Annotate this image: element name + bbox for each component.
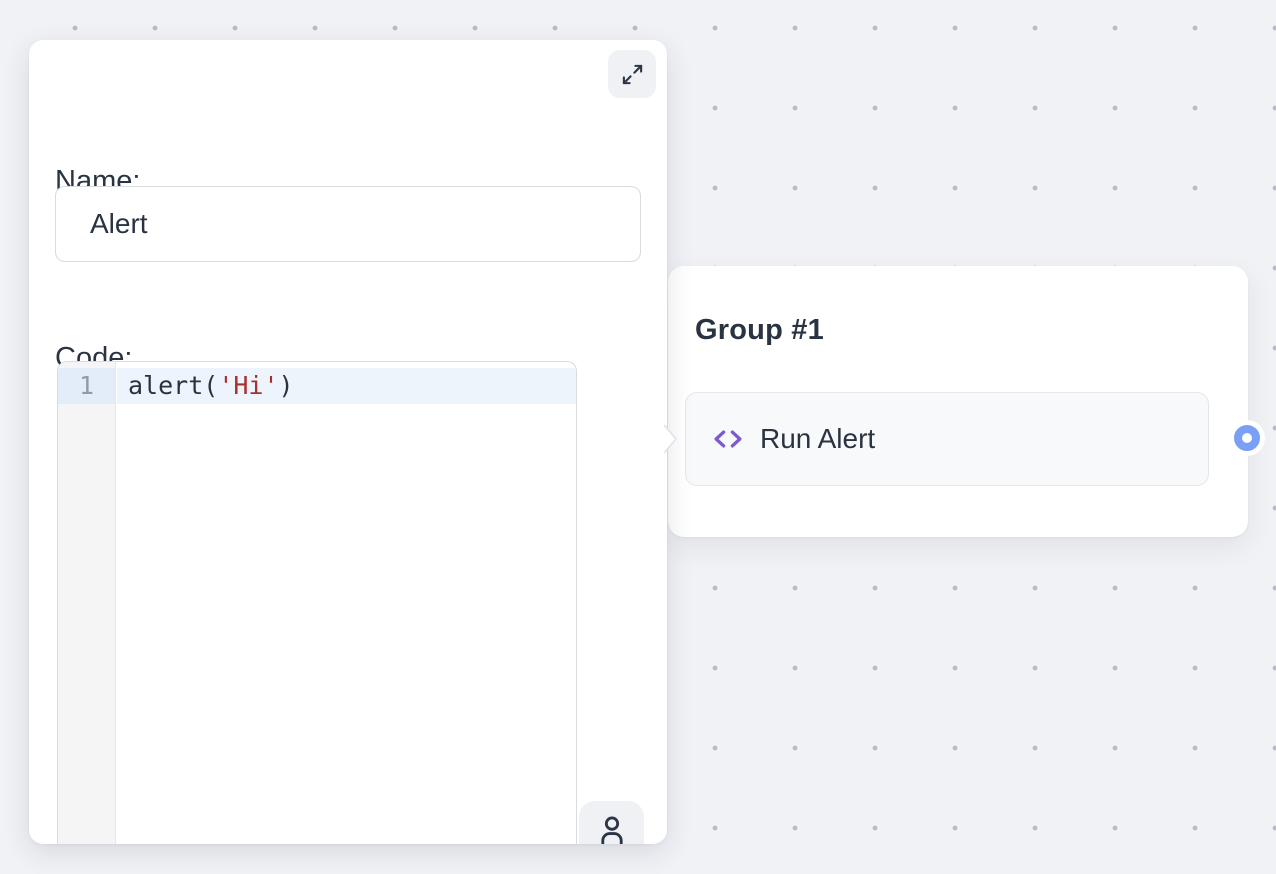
user-button[interactable] — [579, 801, 644, 844]
node-editor-panel: Name: Code: 1 alert('Hi') — [29, 40, 667, 844]
editor-gutter: 1 — [58, 362, 116, 844]
connection-handle-halo — [1229, 420, 1265, 456]
group-title: Group #1 — [695, 314, 824, 347]
code-token: alert( — [128, 371, 218, 400]
group-node-card[interactable]: Group #1 Run Alert — [668, 266, 1248, 537]
name-input[interactable] — [55, 186, 641, 262]
code-editor[interactable]: 1 alert('Hi') — [57, 361, 577, 844]
expand-button[interactable] — [608, 50, 656, 98]
editor-code-area[interactable]: alert('Hi') — [117, 362, 576, 844]
run-alert-node[interactable]: Run Alert — [685, 392, 1209, 486]
string-token: 'Hi' — [218, 371, 278, 400]
connection-handle[interactable] — [1234, 425, 1260, 451]
line-number: 1 — [58, 368, 115, 404]
flow-canvas[interactable]: Group #1 Run Alert Name: Code: — [0, 0, 1276, 874]
code-icon — [711, 424, 745, 454]
expand-diagonal-icon — [621, 63, 644, 86]
node-label: Run Alert — [760, 423, 875, 455]
code-token: ) — [279, 371, 294, 400]
code-line: alert('Hi') — [117, 368, 576, 404]
user-icon — [595, 813, 629, 844]
edge-connector-chevron[interactable] — [663, 422, 679, 456]
